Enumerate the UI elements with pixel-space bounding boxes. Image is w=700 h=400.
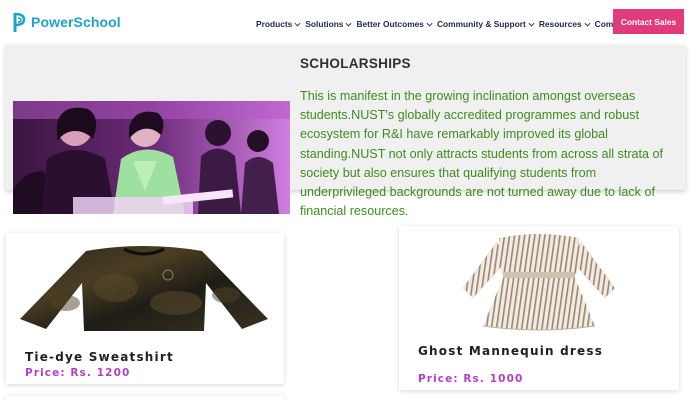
brand-name: PowerSchool: [31, 14, 121, 30]
product-card[interactable]: Tie-dye Sweatshirt Price: Rs. 1200: [6, 233, 284, 384]
site-header: PowerSchool Products Solutions Better Ou…: [0, 0, 700, 44]
chevron-down-icon: [294, 22, 301, 26]
scholarships-title: SCHOLARSHIPS: [300, 56, 411, 71]
product-price: Price: Rs. 1200: [25, 367, 131, 379]
nav-item-label: Products: [256, 19, 293, 29]
product-name: Ghost Mannequin dress: [418, 344, 604, 358]
nav-item-resources[interactable]: Resources: [539, 19, 591, 29]
students-photo-graphic: [13, 101, 290, 214]
powerschool-logo-icon: [13, 12, 26, 32]
product-image: [399, 226, 679, 336]
nav-item-solutions[interactable]: Solutions: [305, 19, 352, 29]
nav-item-label: Community & Support: [436, 19, 526, 29]
product-card[interactable]: [6, 396, 284, 400]
product-price: Price: Rs. 1000: [418, 373, 524, 385]
brand-logo[interactable]: PowerSchool: [12, 11, 121, 33]
product-card[interactable]: Ghost Mannequin dress Price: Rs. 1000: [399, 226, 679, 390]
chevron-down-icon: [528, 22, 535, 26]
product-image: [6, 233, 284, 333]
sweatshirt-image: [20, 246, 268, 331]
dress-image: [462, 234, 616, 331]
nav-item-better-outcomes[interactable]: Better Outcomes: [356, 19, 433, 29]
nav-item-label: Solutions: [305, 19, 344, 29]
chevron-down-icon: [346, 22, 352, 26]
nav-item-label: Resources: [538, 19, 582, 29]
nav-item-label: Better Outcomes: [356, 19, 424, 29]
product-name: Tie-dye Sweatshirt: [25, 350, 174, 364]
chevron-down-icon: [584, 22, 591, 26]
nav-item-products[interactable]: Products: [256, 19, 301, 29]
main-nav: Products Solutions Better Outcomes Commu…: [256, 17, 646, 31]
contact-sales-button[interactable]: Contact Sales: [613, 9, 684, 34]
students-photo: [13, 101, 290, 214]
nav-item-community-support[interactable]: Community & Support: [437, 19, 535, 29]
chevron-down-icon: [426, 22, 433, 26]
scholarships-description: This is manifest in the growing inclinat…: [300, 89, 664, 219]
